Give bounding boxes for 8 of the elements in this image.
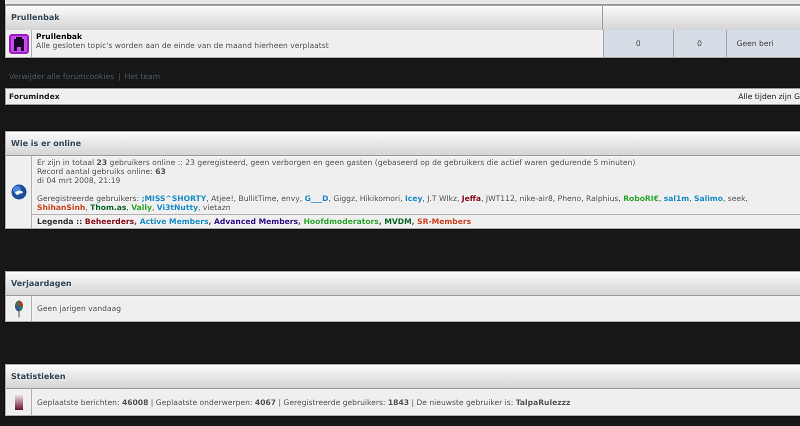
section-title: Wie is er online [10,139,82,148]
section-title: Verjaardagen [10,279,72,288]
statistics-icon [14,394,22,410]
section-title: Statistieken [10,372,66,381]
globe-icon [10,184,26,200]
category-title[interactable]: Prullenbak [6,13,60,22]
trash-bin-icon [8,34,28,54]
balloon-icon [14,300,24,318]
